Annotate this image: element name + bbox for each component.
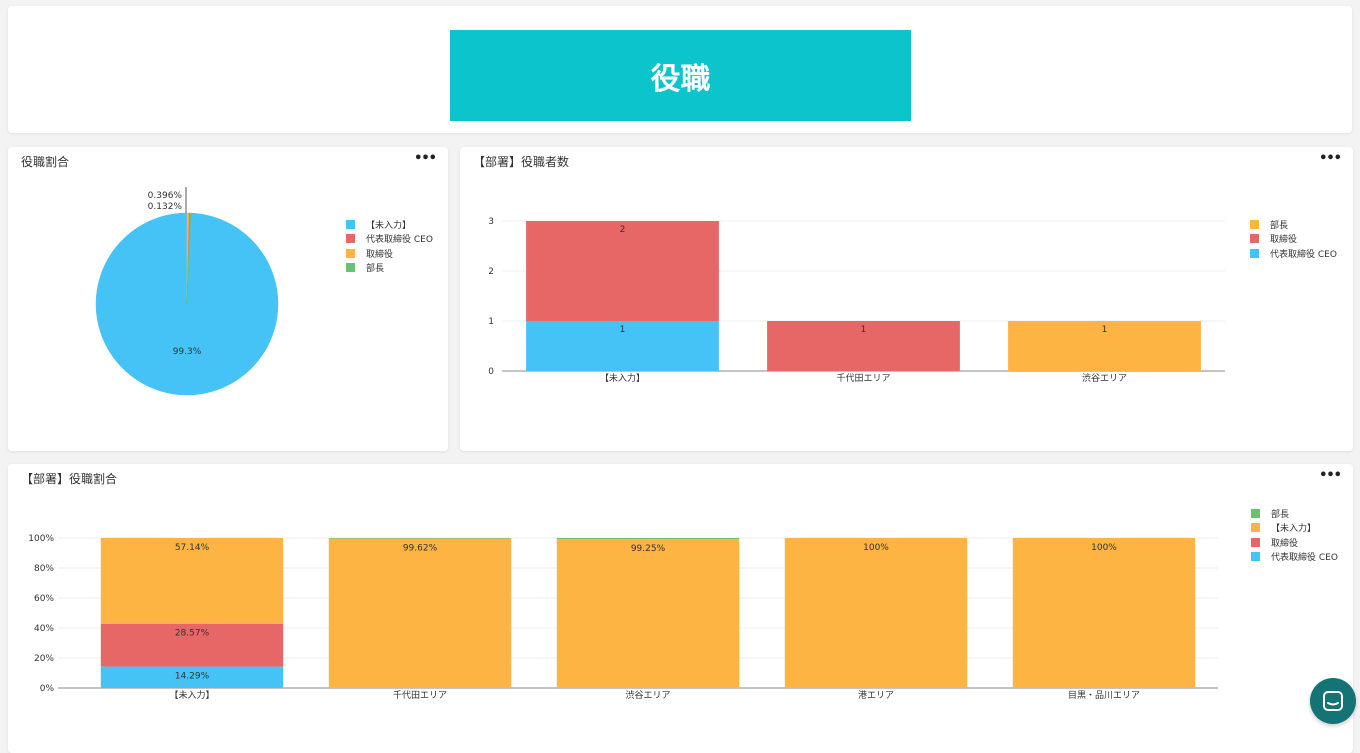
y-tick-label: 40% [34, 624, 54, 634]
x-tick-label: 千代田エリア [836, 373, 890, 384]
pie-slice-label: 0.396% [148, 191, 183, 201]
legend-item[interactable]: 取締役 [346, 246, 433, 261]
bar-segment [556, 538, 740, 540]
banner-title: 役職 [450, 30, 911, 121]
legend-item[interactable]: 部長 [1251, 506, 1338, 521]
legend-swatch [346, 234, 355, 244]
legend-label: 部長 [1271, 509, 1290, 520]
legend-item[interactable]: 代表取締役 CEO [1251, 550, 1338, 565]
legend-item[interactable]: 代表取締役 CEO [1250, 246, 1337, 261]
y-tick-label: 100% [28, 534, 54, 544]
x-tick-label: 【未入力】 [169, 689, 214, 701]
legend-swatch [1251, 523, 1260, 533]
legend-label: 【未入力】 [366, 220, 412, 231]
bar-segment [784, 538, 968, 688]
bar-segment [328, 538, 512, 688]
pie-chart-title: 役職割合 [21, 155, 70, 169]
pie-slice-label: 0.132% [148, 202, 183, 212]
y-tick-label: 0 [488, 367, 494, 377]
bar-legend: 部長取締役代表取締役 CEO [1250, 217, 1337, 261]
legend-label: 部長 [366, 264, 385, 275]
bar-value-label: 2 [620, 225, 626, 235]
more-horizontal-icon[interactable]: ••• [1319, 468, 1342, 483]
legend-swatch [346, 248, 355, 258]
bar-value-label: 57.14% [175, 543, 210, 553]
pie-chart-card: 役職割合 ••• 99.3% 0.396% 0.132% 【未入力】代表取締役 CE… [8, 147, 448, 451]
legend-label: 代表取締役 CEO [1271, 553, 1338, 564]
legend-item[interactable]: 部長 [1250, 217, 1337, 232]
legend-swatch [1250, 248, 1259, 258]
bar-chart-title: 【部署】役職者数 [473, 155, 570, 169]
bar-value-label: 28.57% [175, 629, 210, 639]
x-tick-label: 渋谷エリア [625, 689, 670, 701]
bar-value-label: 14.29% [175, 672, 210, 682]
bar-value-label: 100% [1091, 543, 1117, 553]
x-tick-label: 目黒・品川エリア [1068, 690, 1140, 701]
bar-value-label: 100% [863, 543, 889, 553]
more-horizontal-icon[interactable]: ••• [1319, 151, 1342, 166]
chat-bubble-icon[interactable] [1310, 678, 1356, 724]
x-tick-label: 【未入力】 [600, 372, 645, 384]
bar-segment [328, 538, 512, 539]
legend-label: 部長 [1270, 220, 1289, 231]
y-tick-label: 0% [40, 684, 55, 694]
bar-chart: 0 1 2 3 1 2 【未入力】 1 千代田エリア 1 渋谷エリア [488, 217, 1225, 384]
y-tick-label: 80% [34, 564, 54, 574]
legend-item[interactable]: 【未入力】 [346, 217, 433, 232]
bar-chart-card: 【部署】役職者数 ••• 0 1 2 3 1 2 【未入力】 1 千代田エリア 1 渋谷エリア 部長… [460, 147, 1353, 451]
y-tick-label: 20% [34, 654, 54, 664]
legend-label: 取締役 [1271, 538, 1299, 549]
legend-label: 代表取締役 CEO [366, 235, 433, 246]
legend-swatch [346, 219, 355, 229]
legend-swatch [1250, 234, 1259, 244]
bar-value-label: 99.25% [631, 544, 666, 554]
bar-value-label: 1 [620, 325, 626, 335]
legend-swatch [1251, 508, 1260, 518]
pie-legend: 【未入力】代表取締役 CEO 取締役部長 [346, 217, 433, 275]
legend-item[interactable]: 取締役 [1251, 535, 1338, 550]
more-horizontal-icon[interactable]: ••• [414, 151, 437, 166]
legend-label: 【未入力】 [1271, 524, 1317, 535]
stacked-legend: 部長【未入力】取締役代表取締役 CEO [1251, 506, 1338, 564]
legend-item[interactable]: 代表取締役 CEO [346, 232, 433, 247]
y-tick-label: 1 [488, 317, 494, 327]
bar-segment [556, 539, 740, 688]
bar-value-label: 99.62% [403, 544, 438, 554]
y-tick-label: 2 [488, 267, 494, 277]
bar-value-label: 1 [861, 325, 867, 335]
y-tick-label: 60% [34, 594, 54, 604]
stacked-bar-chart: 0% 20% 40% 60% 80% 100% 14.29% 28.57% 57.14% 【未入力… [28, 534, 1218, 701]
legend-swatch [1250, 219, 1259, 229]
legend-swatch [346, 263, 355, 273]
legend-label: 代表取締役 CEO [1270, 249, 1337, 260]
x-tick-label: 港エリア [858, 689, 894, 701]
legend-swatch [1251, 537, 1260, 547]
legend-item[interactable]: 【未入力】 [1251, 521, 1338, 536]
stacked-chart-card: 【部署】役職割合 ••• 0% 20% 40% 60% 80% 100% 14.29% 28.… [8, 464, 1353, 753]
legend-label: 取締役 [1270, 235, 1298, 246]
legend-label: 取締役 [366, 249, 394, 260]
bar-segment [1012, 538, 1196, 688]
x-tick-label: 千代田エリア [393, 690, 447, 701]
x-tick-label: 渋谷エリア [1082, 372, 1127, 384]
banner-card: 役職 [8, 6, 1352, 133]
y-tick-label: 3 [488, 217, 494, 227]
pie-chart: 99.3% 0.396%0.132% [95, 187, 279, 396]
legend-swatch [1251, 552, 1260, 562]
bar-value-label: 1 [1102, 325, 1108, 335]
bar-segment [526, 221, 719, 321]
legend-item[interactable]: 取締役 [1250, 232, 1337, 247]
stacked-chart-title: 【部署】役職割合 [21, 472, 118, 486]
pie-slice-label: 99.3% [173, 347, 202, 357]
legend-item[interactable]: 部長 [346, 261, 433, 276]
